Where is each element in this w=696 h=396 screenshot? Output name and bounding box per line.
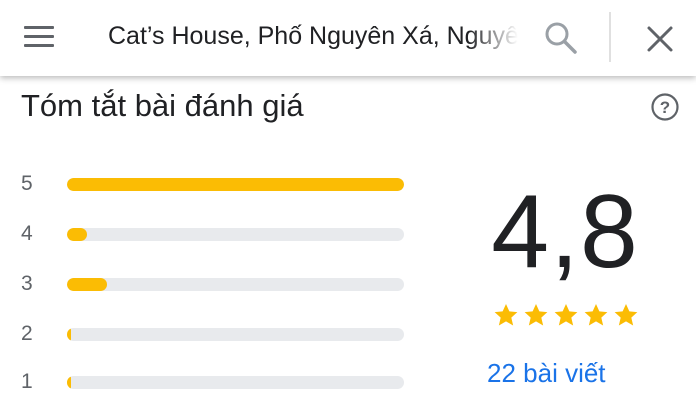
menu-icon[interactable] (20, 20, 58, 52)
menu-icon-line (24, 26, 54, 29)
star-icon (554, 303, 578, 326)
star-icon (524, 303, 548, 326)
search-icon[interactable] (540, 18, 580, 58)
rating-bar-track (67, 278, 404, 291)
close-icon[interactable] (641, 20, 679, 58)
rating-bar-fill (67, 328, 71, 341)
menu-icon-line (24, 35, 54, 38)
rating-row-3[interactable]: 3 (0, 270, 420, 298)
rating-bar-track (67, 376, 404, 389)
rating-bar-fill (67, 376, 71, 389)
rating-row-1[interactable]: 1 (0, 368, 420, 396)
svg-text:?: ? (660, 98, 670, 117)
star-rating (493, 302, 643, 332)
rating-bar-track (67, 328, 404, 341)
rating-row-5[interactable]: 5 (0, 170, 420, 198)
rating-label: 5 (21, 172, 33, 195)
star-icon (494, 303, 518, 326)
rating-row-2[interactable]: 2 (0, 320, 420, 348)
rating-label: 2 (21, 322, 33, 345)
review-summary-title: Tóm tắt bài đánh giá (21, 88, 304, 123)
rating-bar-fill (67, 178, 404, 191)
average-rating: 4,8 (491, 174, 639, 290)
divider (609, 12, 611, 62)
star-icon (584, 303, 608, 326)
help-icon[interactable]: ? (650, 92, 680, 122)
search-bar: Cat’s House, Phố Nguyên Xá, Nguyên (0, 0, 696, 76)
rating-bar-track (67, 178, 404, 191)
rating-bar-fill (67, 228, 87, 241)
star-icon (614, 303, 638, 326)
rating-label: 1 (21, 370, 33, 393)
rating-row-4[interactable]: 4 (0, 220, 420, 248)
search-input[interactable]: Cat’s House, Phố Nguyên Xá, Nguyên (108, 18, 518, 54)
rating-bar-fill (67, 278, 107, 291)
rating-bar-track (67, 228, 404, 241)
menu-icon-line (24, 44, 54, 47)
rating-label: 4 (21, 222, 33, 245)
rating-label: 3 (21, 272, 33, 295)
